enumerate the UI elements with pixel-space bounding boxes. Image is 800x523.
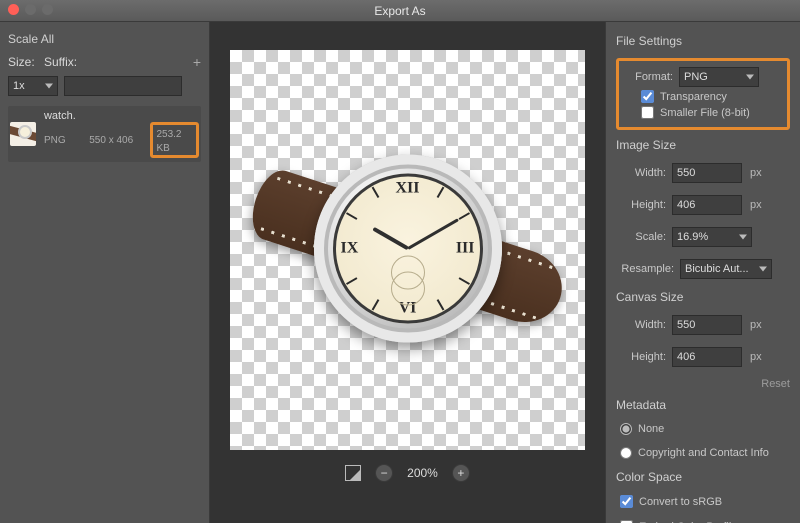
format-label: Format: [623, 71, 673, 83]
format-highlight: Format: PNG Transparency Smaller File (8… [616, 58, 790, 130]
scale-label: Scale: [616, 231, 666, 243]
resample-select[interactable]: Bicubic Aut... [680, 259, 772, 279]
asset-filesize: 253.2 KB [156, 129, 181, 154]
size-label: Size: [8, 55, 38, 69]
width-label: Width: [616, 167, 666, 179]
zoom-in-button[interactable]: + [452, 464, 470, 482]
zoom-out-button[interactable]: − [375, 464, 393, 482]
asset-thumbnail [10, 122, 36, 146]
resample-label: Resample: [616, 263, 674, 275]
fit-screen-icon[interactable] [345, 465, 361, 481]
zoom-level: 200% [407, 466, 438, 480]
smaller-file-label: Smaller File (8-bit) [660, 107, 750, 119]
metadata-none-radio[interactable] [620, 423, 632, 435]
height-input[interactable] [672, 195, 742, 215]
srgb-checkbox[interactable] [620, 495, 633, 508]
canvas-height-input[interactable] [672, 347, 742, 367]
image-size-label: Image Size [616, 138, 790, 152]
scale-panel: Scale All Size: Suffix: + 1x watch. PNG … [0, 22, 210, 523]
add-size-button[interactable]: + [193, 54, 201, 70]
canvas-width-input[interactable] [672, 315, 742, 335]
zoom-window-button[interactable] [42, 4, 53, 15]
suffix-label: Suffix: [44, 55, 80, 69]
minimize-window-button[interactable] [25, 4, 36, 15]
preview-panel: XII III VI IX [210, 22, 605, 523]
canvas-width-label: Width: [616, 319, 666, 331]
canvas-height-label: Height: [616, 351, 666, 363]
asset-dimensions: 550 x 406 [89, 135, 142, 146]
window-title: Export As [374, 4, 425, 18]
preview-canvas[interactable]: XII III VI IX [230, 50, 585, 450]
suffix-input[interactable] [64, 76, 182, 96]
metadata-label: Metadata [616, 398, 790, 412]
window-controls [8, 4, 53, 15]
smaller-file-checkbox[interactable] [641, 106, 654, 119]
asset-name: watch. [44, 110, 199, 122]
scale-all-label: Scale All [8, 32, 201, 46]
canvas-size-label: Canvas Size [616, 290, 790, 304]
scale-select[interactable]: 16.9% [672, 227, 752, 247]
asset-format: PNG [44, 135, 81, 146]
close-window-button[interactable] [8, 4, 19, 15]
px-unit: px [750, 167, 762, 179]
transparency-checkbox[interactable] [641, 90, 654, 103]
preview-image: XII III VI IX [248, 213, 568, 285]
metadata-none-label: None [638, 423, 664, 435]
asset-row[interactable]: watch. PNG 550 x 406 253.2 KB [8, 106, 201, 162]
px-unit: px [750, 319, 762, 331]
transparency-label: Transparency [660, 91, 727, 103]
format-select[interactable]: PNG [679, 67, 759, 87]
file-settings-label: File Settings [616, 34, 790, 48]
color-space-label: Color Space [616, 470, 790, 484]
height-label: Height: [616, 199, 666, 211]
srgb-label: Convert to sRGB [639, 496, 722, 508]
metadata-cc-label: Copyright and Contact Info [638, 447, 769, 459]
settings-panel: File Settings Format: PNG Transparency S… [605, 22, 800, 523]
titlebar: Export As [0, 0, 800, 22]
px-unit: px [750, 199, 762, 211]
zoom-toolbar: − 200% + [345, 464, 470, 482]
px-unit: px [750, 351, 762, 363]
reset-button[interactable]: Reset [616, 378, 790, 390]
width-input[interactable] [672, 163, 742, 183]
size-select[interactable]: 1x [8, 76, 58, 96]
metadata-cc-radio[interactable] [620, 447, 632, 459]
